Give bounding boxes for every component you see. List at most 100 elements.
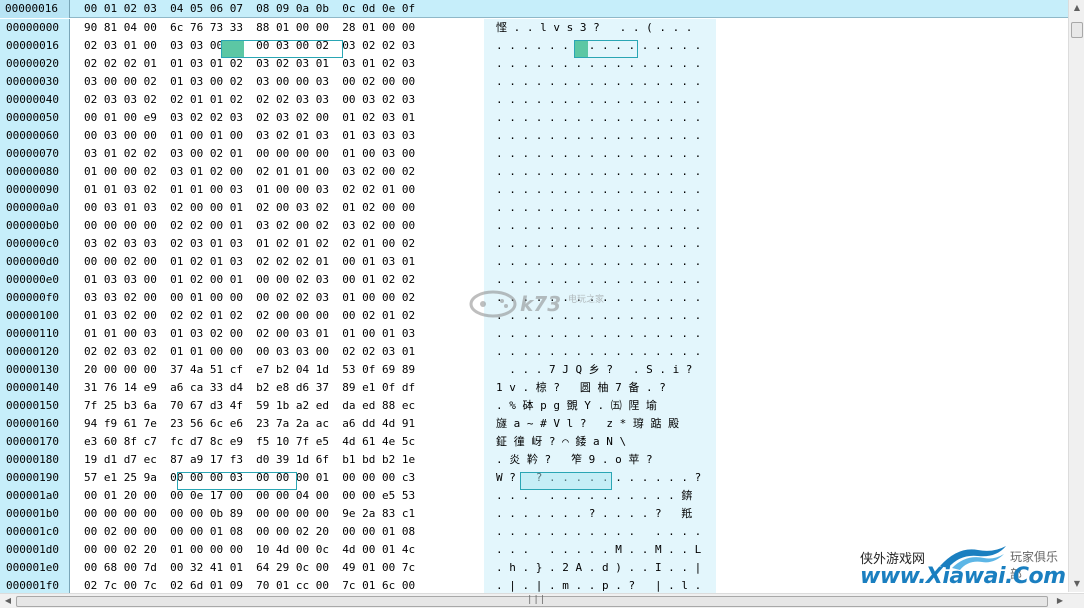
ascii-row[interactable]: . . . . . . . . . . . . . . . . (496, 253, 711, 271)
hex-row[interactable]: 00 00 02 20 01 00 00 00 10 4d 00 0c 4d 0… (84, 541, 474, 559)
current-offset: 00000016 (0, 0, 70, 18)
row-offset: 000000f0 (6, 291, 59, 304)
ascii-row[interactable]: . | . | . m . . p . ? | . l . (496, 577, 711, 593)
ascii-row[interactable]: . h . } . 2 A . d ) . . I . . | (496, 559, 711, 577)
ascii-row[interactable]: . . . 7 J Q 乡 ? . S . i ? (496, 361, 711, 379)
hex-selection-2 (177, 472, 297, 490)
scroll-grip: ||| (527, 595, 547, 605)
hex-row[interactable]: 03 03 02 00 00 01 00 00 00 02 02 03 01 0… (84, 289, 474, 307)
hex-row[interactable]: 01 00 00 02 03 01 02 00 02 01 01 00 03 0… (84, 163, 474, 181)
ascii-row[interactable]: . . . . . . . . M . . M . . L (496, 541, 711, 559)
ascii-row[interactable]: . 炎 靲 ? 笮 9 . o 苹 ? (496, 451, 711, 469)
ascii-row[interactable]: . . . . . . . . . . . . . . . . (496, 325, 711, 343)
ascii-selection-2 (520, 472, 612, 490)
ascii-row[interactable]: 鉦 徸 岈 ? ⌒ 錗 a N \ (496, 433, 711, 451)
hex-row[interactable]: 01 03 03 00 01 02 00 01 00 00 02 03 00 0… (84, 271, 474, 289)
row-offset: 000000a0 (6, 201, 59, 214)
hex-row[interactable]: 94 f9 61 7e 23 56 6c e6 23 7a 2a ac a6 d… (84, 415, 474, 433)
ascii-row[interactable]: . . . . . . . . . . . . . . . . (496, 91, 711, 109)
hex-row[interactable]: e3 60 8f c7 fc d7 8c e9 f5 10 7f e5 4d 6… (84, 433, 474, 451)
column-header: 00000016 00 01 02 03 04 05 06 07 08 09 0… (0, 0, 1068, 18)
row-offset: 000000b0 (6, 219, 59, 232)
hex-row[interactable]: 20 00 00 00 37 4a 51 cf e7 b2 04 1d 53 0… (84, 361, 474, 379)
row-offset: 00000130 (6, 363, 59, 376)
vertical-scroll-thumb[interactable] (1071, 22, 1083, 38)
column-labels: 00 01 02 03 04 05 06 07 08 09 0a 0b 0c 0… (84, 2, 416, 15)
ascii-row[interactable]: . . . . . . . . . . . . . . . . (496, 109, 711, 127)
row-offset: 00000090 (6, 183, 59, 196)
row-offset: 000001f0 (6, 579, 59, 592)
row-offset: 000001b0 (6, 507, 59, 520)
row-offset: 00000150 (6, 399, 59, 412)
row-offset: 000000c0 (6, 237, 59, 250)
ascii-row[interactable]: . . . . . . . . . . . . . . . . (496, 127, 711, 145)
ascii-row[interactable]: . . . . . . . . . . . . . . . . (496, 163, 711, 181)
hex-row[interactable]: 00 02 00 00 00 00 01 08 00 00 02 20 00 0… (84, 523, 474, 541)
hex-row[interactable]: 7f 25 b3 6a 70 67 d3 4f 59 1b a2 ed da e… (84, 397, 474, 415)
hex-row[interactable]: 02 02 03 02 01 01 00 00 00 03 03 00 02 0… (84, 343, 474, 361)
ascii-row[interactable]: . . . . . . . . . . . . . . . . (496, 73, 711, 91)
hex-row[interactable]: 03 01 02 02 03 00 02 01 00 00 00 00 01 0… (84, 145, 474, 163)
row-offset: 000001d0 (6, 543, 59, 556)
row-offset: 00000180 (6, 453, 59, 466)
hex-row[interactable]: 03 00 00 02 01 03 00 02 03 00 00 03 00 0… (84, 73, 474, 91)
ascii-row[interactable]: 旞 a ~ # V l ? z * 瑏 踮 殿 (496, 415, 711, 433)
ascii-row[interactable]: . . . . . . . ? . . . . ? 羝 (496, 505, 711, 523)
hex-row[interactable]: 01 01 03 02 01 01 00 03 01 00 00 03 02 0… (84, 181, 474, 199)
row-offset: 00000016 (6, 39, 59, 52)
scroll-up-arrow-icon[interactable]: ▲ (1069, 0, 1084, 16)
xiawai-url: www.Xiawai.Com (860, 564, 1066, 589)
hex-row[interactable]: 00 03 01 03 02 00 00 01 02 00 03 02 01 0… (84, 199, 474, 217)
ascii-row[interactable]: . % 砵 p g 覴 Y . ㈤ 陧 堬 (496, 397, 711, 415)
hex-row[interactable]: 00 03 00 00 01 00 01 00 03 02 01 03 01 0… (84, 127, 474, 145)
scroll-down-arrow-icon[interactable]: ▼ (1069, 576, 1084, 592)
row-offset: 00000140 (6, 381, 59, 394)
row-offset: 00000070 (6, 147, 59, 160)
row-offset: 00000120 (6, 345, 59, 358)
ascii-row[interactable]: . . . . . . . . . . . . . . . . (496, 145, 711, 163)
hex-row[interactable]: 02 03 03 02 02 01 01 02 02 02 03 03 00 0… (84, 91, 474, 109)
horizontal-scrollbar[interactable]: ◀ ||| ▶ (0, 593, 1084, 608)
ascii-row[interactable]: 悭 . . l v s 3 ? . . ( . . . (496, 19, 711, 37)
hex-row[interactable]: 00 68 00 7d 00 32 41 01 64 29 0c 00 49 0… (84, 559, 474, 577)
hex-row[interactable]: 00 00 02 00 01 02 01 03 02 02 02 01 00 0… (84, 253, 474, 271)
vertical-scrollbar[interactable]: ▲ ▼ (1068, 0, 1084, 592)
gamepad-icon (469, 290, 517, 318)
hex-selection-1 (221, 40, 343, 58)
row-offset: 00000040 (6, 93, 59, 106)
ascii-row[interactable]: . . . . . . . . . . . . . . . (496, 523, 711, 541)
row-offset: 00000060 (6, 129, 59, 142)
row-offset: 000001e0 (6, 561, 59, 574)
hex-row[interactable]: 90 81 04 00 6c 76 73 33 88 01 00 00 28 0… (84, 19, 474, 37)
row-offset: 00000100 (6, 309, 59, 322)
ascii-row[interactable]: 1 v . 椋 ? 圆 柚 7 备 . ? (496, 379, 711, 397)
hex-pane[interactable]: 90 81 04 00 6c 76 73 33 88 01 00 00 28 0… (84, 19, 474, 593)
scroll-right-arrow-icon[interactable]: ▶ (1052, 593, 1068, 608)
row-offset: 00000080 (6, 165, 59, 178)
hex-row[interactable]: 02 7c 00 7c 02 6d 01 09 70 01 cc 00 7c 0… (84, 577, 474, 593)
hex-row[interactable]: 19 d1 d7 ec 87 a9 17 f3 d0 39 1d 6f b1 b… (84, 451, 474, 469)
ascii-row[interactable]: . . . . . . . . . . . . . . . . (496, 217, 711, 235)
hex-row[interactable]: 31 76 14 e9 a6 ca 33 d4 b2 e8 d6 37 89 e… (84, 379, 474, 397)
ascii-row[interactable]: . . . . . . . . . . . . . . . . (496, 343, 711, 361)
ascii-row[interactable]: . . . . . . . . . . . . . . . . (496, 235, 711, 253)
row-offset: 00000000 (6, 21, 59, 34)
k73-watermark: k73 电玩之家 (468, 284, 628, 324)
hex-row[interactable]: 00 00 00 00 00 00 0b 89 00 00 00 00 9e 2… (84, 505, 474, 523)
hex-row[interactable]: 00 01 00 e9 03 02 02 03 02 03 02 00 01 0… (84, 109, 474, 127)
hex-row[interactable]: 01 03 02 00 02 02 01 02 02 00 00 00 00 0… (84, 307, 474, 325)
ascii-selection-1 (574, 40, 638, 58)
offset-column: 00000000 00000016 00000020 00000030 00000040… (0, 19, 70, 593)
horizontal-scroll-thumb[interactable]: ||| (16, 595, 1048, 607)
hex-row[interactable]: 01 01 00 03 01 03 02 00 02 00 03 01 01 0… (84, 325, 474, 343)
xiawai-watermark: 侠外游戏网 玩家俱乐部 www.Xiawai.Com (858, 544, 1068, 592)
ascii-row[interactable]: . . . . . . . . . . . . . . . . (496, 181, 711, 199)
ascii-row[interactable]: . . . . . . . . . . . . . . . . (496, 199, 711, 217)
scroll-left-arrow-icon[interactable]: ◀ (0, 593, 16, 608)
hex-row[interactable]: 00 00 00 00 02 02 00 01 03 02 00 02 03 0… (84, 217, 474, 235)
row-offset: 000001c0 (6, 525, 59, 538)
row-offset: 00000020 (6, 57, 59, 70)
hex-row[interactable]: 03 02 03 03 02 03 01 03 01 02 01 02 02 0… (84, 235, 474, 253)
row-offset: 000001a0 (6, 489, 59, 502)
row-offset: 00000030 (6, 75, 59, 88)
